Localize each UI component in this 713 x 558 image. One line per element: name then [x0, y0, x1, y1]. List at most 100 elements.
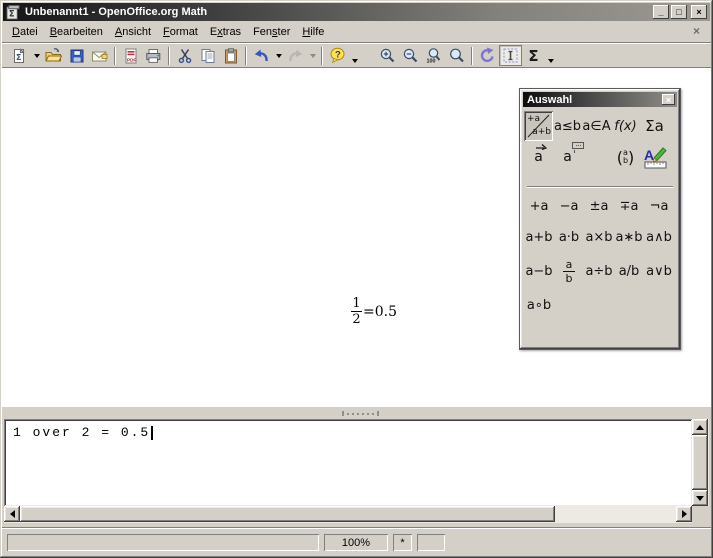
svg-text:?: ? — [335, 50, 341, 61]
zoom-out-button[interactable] — [399, 45, 422, 66]
close-button[interactable]: × — [691, 5, 707, 19]
new-formula-button[interactable]: Σ — [8, 45, 31, 66]
set-operations-icon: a∈A — [582, 119, 610, 134]
undo-button[interactable] — [250, 45, 273, 66]
category-formats[interactable]: A — [640, 142, 669, 172]
menu-ansicht[interactable]: Ansicht — [109, 24, 157, 40]
status-info-panel — [7, 534, 319, 551]
category-relations[interactable]: a≤b — [553, 111, 582, 141]
paste-button[interactable] — [219, 45, 242, 66]
functions-icon: f(x) — [614, 119, 636, 134]
symbol-button[interactable]: ±a — [584, 191, 614, 222]
symbol-button[interactable]: a+b — [524, 222, 554, 253]
symbol-button[interactable]: a×b — [584, 222, 614, 253]
scroll-right-button[interactable] — [676, 506, 692, 522]
zoom-100-button[interactable]: 100 — [422, 45, 445, 66]
category-set-operations[interactable]: a∈A — [582, 111, 611, 141]
formula-cursor-button[interactable] — [499, 45, 522, 66]
new-formula-icon: Σ — [12, 48, 28, 64]
arrow-left-icon — [10, 510, 15, 518]
menu-datei[interactable]: Datei — [6, 24, 44, 40]
scroll-down-button[interactable] — [692, 490, 708, 506]
document-close-icon[interactable]: × — [693, 24, 700, 38]
symbol-button[interactable]: ∓a — [614, 191, 644, 222]
selection-palette-title: Auswahl — [527, 94, 572, 106]
menu-extras[interactable]: Extras — [204, 24, 247, 40]
splitter-grip-icon[interactable] — [342, 411, 379, 416]
arrow-down-icon — [696, 496, 704, 501]
scroll-up-button[interactable] — [692, 419, 708, 435]
symbol-button[interactable]: a·b — [554, 222, 584, 253]
symbol-button[interactable]: a−b — [524, 253, 554, 290]
category-misc-others[interactable]: a — [553, 142, 582, 172]
svg-text:PDF: PDF — [127, 57, 136, 62]
status-zoom-field[interactable]: 100% — [324, 534, 388, 551]
symbol-button[interactable]: a/b — [614, 253, 644, 290]
zoom-out-icon — [402, 47, 419, 64]
maximize-button[interactable]: □ — [671, 5, 687, 19]
copy-button[interactable] — [196, 45, 219, 66]
minimize-button[interactable]: _ — [653, 5, 669, 19]
save-button[interactable] — [65, 45, 88, 66]
symbol-button[interactable]: a∨b — [644, 253, 674, 290]
formula-cursor-icon — [502, 47, 519, 64]
new-dropdown-button[interactable] — [31, 45, 42, 66]
menu-hilfe[interactable]: Hilfe — [296, 24, 330, 40]
symbols-catalog-button[interactable]: Σ — [522, 45, 545, 66]
undo-dropdown-button[interactable] — [273, 45, 284, 66]
zoom-all-button[interactable] — [445, 45, 468, 66]
horizontal-scrollbar-thumb[interactable] — [20, 506, 555, 522]
rendered-formula: 1 2 =0.5 — [351, 297, 397, 326]
status-modified-flag: * — [393, 534, 412, 551]
scrollbar-corner — [692, 506, 709, 523]
category-unary-binary-operators[interactable]: +a a+b — [524, 111, 553, 141]
main-toolbar: Σ — [3, 44, 710, 67]
command-input[interactable]: 1 over 2 = 0.5 — [4, 419, 692, 506]
open-button[interactable] — [42, 45, 65, 66]
selection-palette-close-button[interactable]: × — [662, 94, 675, 105]
vertical-scrollbar-thumb[interactable] — [692, 435, 708, 490]
toolbar-overflow-button[interactable] — [349, 45, 362, 66]
window-title: Unbenannt1 - OpenOffice.org Math — [25, 6, 651, 18]
svg-text:100: 100 — [427, 59, 436, 65]
category-brackets[interactable]: ( a b ) — [611, 142, 640, 172]
placeholder-callout-icon: a — [563, 149, 572, 165]
symbol-button[interactable]: −a — [554, 191, 584, 222]
vertical-scrollbar[interactable] — [692, 419, 709, 506]
symbol-row: a+ba·ba×ba∗ba∧b — [524, 222, 676, 253]
symbol-button[interactable]: a÷b — [584, 253, 614, 290]
menu-fenster[interactable]: Fenster — [247, 24, 296, 40]
formula-fraction: 1 2 — [351, 297, 362, 326]
export-pdf-button[interactable]: PDF — [119, 45, 142, 66]
send-email-button[interactable] — [88, 45, 111, 66]
category-functions[interactable]: f(x) — [611, 111, 640, 141]
redo-dropdown-button[interactable] — [307, 45, 318, 66]
symbol-button[interactable]: a∧b — [644, 222, 674, 253]
menu-items: DateiBearbeitenAnsichtFormatExtrasFenste… — [6, 24, 330, 40]
horizontal-scrollbar[interactable] — [4, 506, 692, 523]
category-attributes[interactable]: a — [524, 142, 553, 172]
cut-button[interactable] — [173, 45, 196, 66]
help-button[interactable]: ? — [326, 45, 349, 66]
toolbar-overflow-button[interactable] — [545, 45, 558, 66]
toolbar-separator — [114, 47, 116, 65]
menu-bearbeiten[interactable]: Bearbeiten — [44, 24, 109, 40]
symbol-button[interactable]: a∘b — [524, 290, 554, 321]
view-command-splitter[interactable] — [2, 407, 711, 419]
email-envelope-icon — [91, 48, 108, 64]
symbol-button[interactable]: +a — [524, 191, 554, 222]
palette-separator — [527, 186, 673, 188]
scroll-left-button[interactable] — [4, 506, 20, 522]
refresh-button[interactable] — [476, 45, 499, 66]
redo-button[interactable] — [284, 45, 307, 66]
symbol-button[interactable]: ¬a — [644, 191, 674, 222]
print-button[interactable] — [142, 45, 165, 66]
menu-format[interactable]: Format — [157, 24, 204, 40]
zoom-in-button[interactable] — [376, 45, 399, 66]
title-bar[interactable]: Σ Unbenannt1 - OpenOffice.org Math _ □ × — [3, 3, 710, 21]
symbol-button[interactable]: a∗b — [614, 222, 644, 253]
category-operators[interactable]: Σa — [640, 111, 669, 141]
symbol-button[interactable]: ab — [554, 253, 584, 290]
selection-palette-titlebar[interactable]: Auswahl × — [523, 92, 677, 107]
printer-icon — [145, 48, 162, 64]
